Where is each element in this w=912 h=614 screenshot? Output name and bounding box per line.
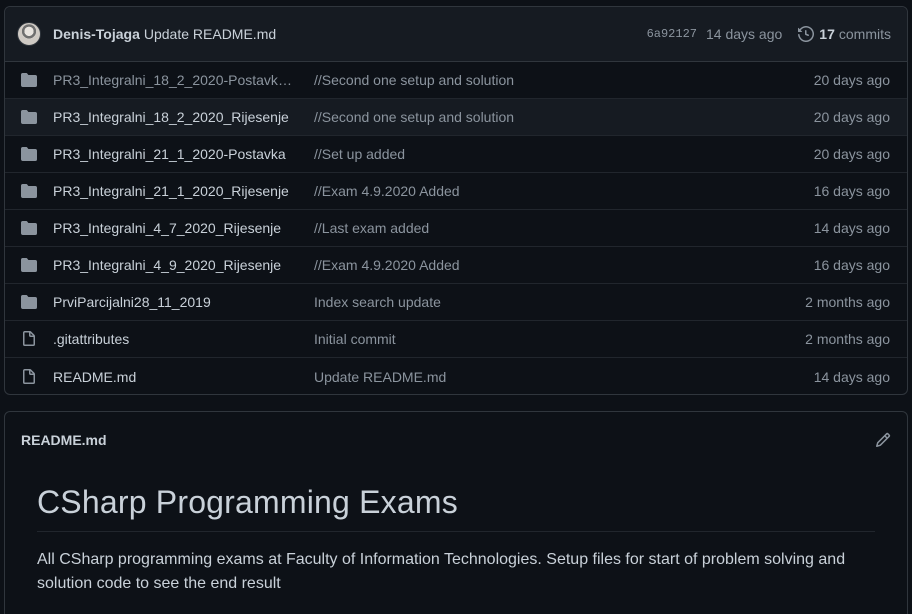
file-age: 2 months ago xyxy=(805,331,890,347)
file-name-link[interactable]: PrviParcijalni28_11_2019 xyxy=(53,294,298,310)
file-row[interactable]: PR3_Integralni_4_7_2020_Rijesenje //Last … xyxy=(5,210,907,247)
file-commit-message-link[interactable]: Initial commit xyxy=(314,331,805,347)
commits-label: commits xyxy=(838,26,891,42)
avatar[interactable] xyxy=(17,22,41,46)
file-age: 14 days ago xyxy=(813,368,890,385)
file-commit-message-link[interactable]: //Exam 4.9.2020 Added xyxy=(314,257,814,273)
file-row[interactable]: PR3_Integralni_18_2_2020-Postavka/P... //… xyxy=(5,62,907,99)
file-row[interactable]: .gitattributes Initial commit 2 months ago xyxy=(5,321,907,358)
commits-count: 17 xyxy=(819,26,835,42)
latest-commit-bar: Denis-Tojaga Update README.md 6a92127 14… xyxy=(5,7,907,62)
file-row[interactable]: PR3_Integralni_4_9_2020_Rijesenje //Exam … xyxy=(5,247,907,284)
readme-header: README.md xyxy=(5,412,907,468)
file-age: 14 days ago xyxy=(813,220,890,236)
file-icon-wrap xyxy=(21,331,37,347)
file-commit-message-link[interactable]: //Second one setup and solution xyxy=(314,72,814,88)
file-commit-message-link[interactable]: //Second one setup and solution xyxy=(314,109,814,125)
file-name-link[interactable]: README.md xyxy=(53,369,298,385)
file-commit-message-link[interactable]: Index search update xyxy=(314,294,805,310)
folder-icon xyxy=(21,184,37,198)
commit-age: 14 days ago xyxy=(706,26,783,42)
folder-icon-wrap xyxy=(21,257,37,273)
file-name-link[interactable]: PR3_Integralni_18_2_2020_Rijesenje xyxy=(53,109,298,125)
commit-sha-link[interactable]: 6a92127 xyxy=(647,27,697,41)
commit-message-link[interactable]: Update README.md xyxy=(144,26,276,42)
pencil-icon xyxy=(875,432,891,448)
folder-icon xyxy=(21,221,37,235)
folder-icon xyxy=(21,147,37,161)
folder-icon xyxy=(21,110,37,124)
file-rows: PR3_Integralni_18_2_2020-Postavka/P... //… xyxy=(5,62,907,394)
file-list-panel: Denis-Tojaga Update README.md 6a92127 14… xyxy=(4,6,908,395)
file-name-link[interactable]: PR3_Integralni_4_7_2020_Rijesenje xyxy=(53,220,298,236)
commits-history-link[interactable]: 17 commits xyxy=(798,26,891,42)
file-name-link[interactable]: .gitattributes xyxy=(53,331,298,347)
file-commit-message-link[interactable]: //Exam 4.9.2020 Added xyxy=(314,183,814,199)
folder-icon xyxy=(21,73,37,87)
edit-readme-button[interactable] xyxy=(875,432,891,448)
folder-icon-wrap xyxy=(21,146,37,162)
readme-panel: README.md CSharp Programming Exams All C… xyxy=(4,411,908,614)
readme-body: CSharp Programming Exams All CSharp prog… xyxy=(5,468,907,596)
file-name-link[interactable]: PR3_Integralni_21_1_2020-Postavka xyxy=(53,146,298,162)
readme-filename[interactable]: README.md xyxy=(21,432,107,448)
file-age: 16 days ago xyxy=(813,257,890,273)
folder-icon-wrap xyxy=(21,183,37,199)
file-name-link[interactable]: PR3_Integralni_18_2_2020-Postavka/P... xyxy=(53,72,298,88)
file-row[interactable]: PR3_Integralni_18_2_2020_Rijesenje //Seco… xyxy=(5,99,907,136)
file-row[interactable]: README.md Update README.md 14 days ago xyxy=(5,358,907,394)
file-icon-wrap xyxy=(21,368,37,385)
file-name-link[interactable]: PR3_Integralni_4_9_2020_Rijesenje xyxy=(53,257,298,273)
folder-icon-wrap xyxy=(21,72,37,88)
file-age: 20 days ago xyxy=(813,109,890,125)
folder-icon xyxy=(21,258,37,272)
file-commit-message-link[interactable]: Update README.md xyxy=(314,369,814,385)
readme-paragraph: All CSharp programming exams at Faculty … xyxy=(37,551,846,592)
history-icon xyxy=(798,26,815,42)
file-row[interactable]: PR3_Integralni_21_1_2020_Rijesenje //Exam… xyxy=(5,173,907,210)
file-commit-message-link[interactable]: //Set up added xyxy=(314,146,814,162)
file-age: 16 days ago xyxy=(813,183,890,199)
readme-heading: CSharp Programming Exams xyxy=(37,484,875,532)
folder-icon-wrap xyxy=(21,220,37,236)
file-name-prefix: PR3_Integralni_18_2_2020-Postavka/ xyxy=(53,72,290,88)
commit-author-link[interactable]: Denis-Tojaga xyxy=(53,26,140,42)
file-name-link[interactable]: PR3_Integralni_21_1_2020_Rijesenje xyxy=(53,183,298,199)
file-age: 20 days ago xyxy=(813,146,890,162)
file-row[interactable]: PrviParcijalni28_11_2019 Index search upd… xyxy=(5,284,907,321)
folder-icon xyxy=(21,295,37,309)
file-age: 2 months ago xyxy=(805,294,890,310)
file-icon xyxy=(23,368,35,384)
file-row[interactable]: PR3_Integralni_21_1_2020-Postavka //Set u… xyxy=(5,136,907,173)
file-commit-message-link[interactable]: //Last exam added xyxy=(314,220,814,236)
file-age: 20 days ago xyxy=(813,72,890,88)
folder-icon-wrap xyxy=(21,109,37,125)
folder-icon-wrap xyxy=(21,294,37,310)
file-icon xyxy=(23,331,35,346)
